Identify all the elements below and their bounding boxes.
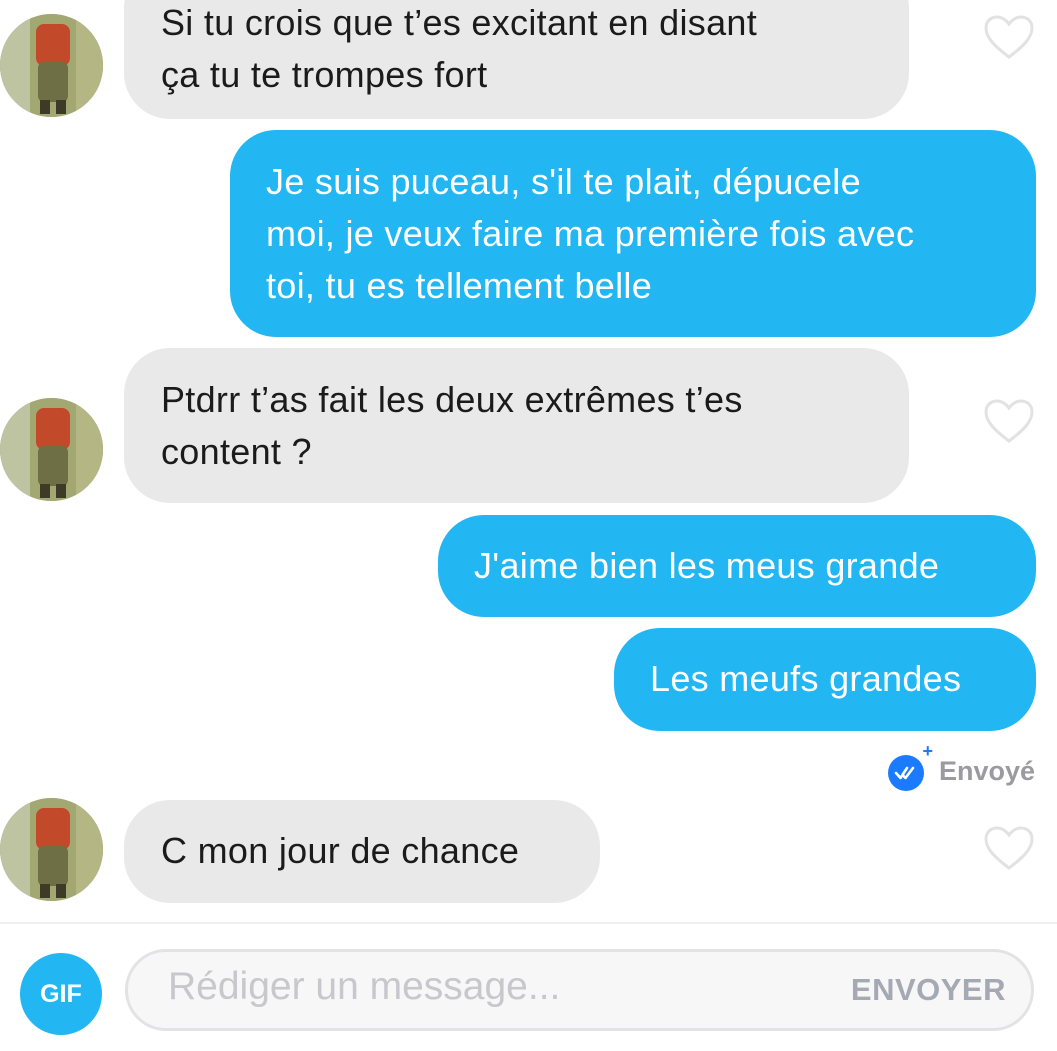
- like-heart-icon[interactable]: [983, 398, 1035, 444]
- message-bubble-received[interactable]: C mon jour de chance: [124, 800, 600, 903]
- contact-photo: [0, 398, 103, 501]
- double-check-icon: +: [887, 742, 933, 792]
- contact-avatar[interactable]: [0, 14, 103, 117]
- message-bubble-received[interactable]: Ptdrr t’as fait les deux extrêmes t’es c…: [124, 348, 909, 503]
- message-composer: GIF Rédiger un message... ENVOYER: [0, 922, 1057, 1051]
- message-bubble-sent[interactable]: Je suis puceau, s'il te plait, dépucele …: [230, 130, 1036, 337]
- delivery-status: + Envoyé: [887, 742, 1035, 794]
- message-text-line: Ptdrr t’as fait les deux extrêmes t’es: [161, 379, 743, 420]
- message-input[interactable]: Rédiger un message... ENVOYER: [125, 949, 1034, 1031]
- message-text-line: Si tu crois que t’es excitant en disant: [161, 2, 758, 43]
- message-text-line: J'aime bien les meus grande: [474, 545, 940, 586]
- contact-photo: [0, 14, 103, 117]
- message-text-line: Les meufs grandes: [650, 658, 962, 699]
- message-text-line: ça tu te trompes fort: [161, 54, 488, 95]
- message-bubble-sent[interactable]: Les meufs grandes: [614, 628, 1036, 731]
- chat-screen: Si tu crois que t’es excitant en disant …: [0, 0, 1057, 1051]
- contact-avatar[interactable]: [0, 398, 103, 501]
- status-plus-badge: +: [922, 741, 933, 761]
- like-heart-icon[interactable]: [983, 825, 1035, 871]
- like-heart-icon[interactable]: [983, 14, 1035, 60]
- message-text-line: content ?: [161, 431, 312, 472]
- status-label: Envoyé: [938, 755, 1035, 786]
- contact-photo: [0, 798, 103, 901]
- message-text-line: C mon jour de chance: [161, 830, 520, 871]
- gif-button[interactable]: GIF: [20, 953, 102, 1035]
- message-bubble-sent[interactable]: J'aime bien les meus grande: [438, 515, 1036, 617]
- message-input-placeholder: Rédiger un message...: [168, 965, 561, 1008]
- contact-avatar[interactable]: [0, 798, 103, 901]
- message-text-line: toi, tu es tellement belle: [266, 265, 653, 306]
- message-text-line: Je suis puceau, s'il te plait, dépucele: [266, 161, 861, 202]
- send-button[interactable]: ENVOYER: [851, 972, 1006, 1008]
- message-text-line: moi, je veux faire ma première fois avec: [266, 213, 915, 254]
- message-bubble-received[interactable]: Si tu crois que t’es excitant en disant …: [124, 0, 909, 119]
